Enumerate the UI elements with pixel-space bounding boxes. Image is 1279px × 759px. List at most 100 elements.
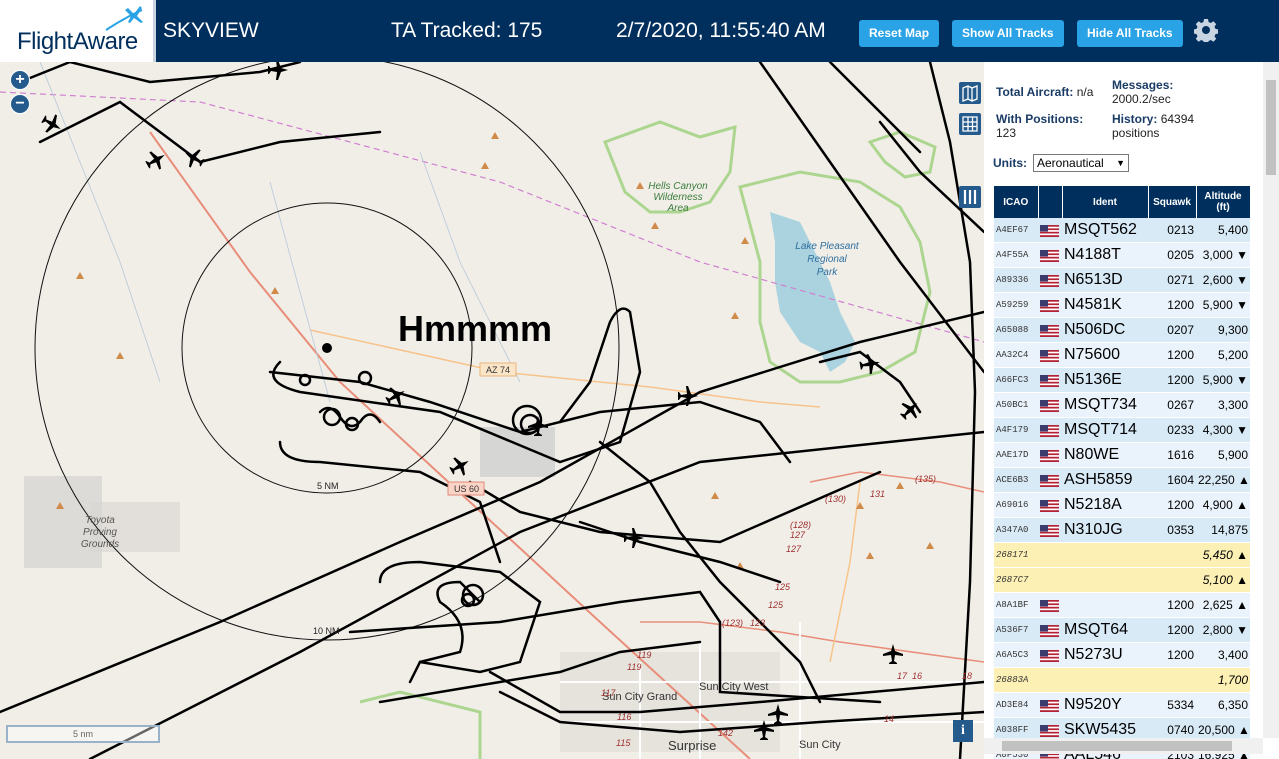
table-row[interactable]: AD3E84 N9520Y 5334 6,350 [994,692,1250,718]
us-flag-icon [1040,249,1059,262]
icao-cell: A347A0 [994,517,1038,543]
squawk-cell: 1200 [1148,367,1196,393]
ident-cell: N6513D [1062,267,1148,293]
altitude-value: 20,500 [1198,723,1235,737]
column-toggle-button[interactable] [959,186,981,208]
column-header-altitude[interactable]: Altitude (ft) [1196,186,1251,218]
sun-city-west-label: Sun City West [699,681,769,693]
aircraft-tracked-count: TA Tracked: 175 [391,19,543,42]
table-header-row: ICAO Ident Squawk Altitude (ft) [994,186,1251,218]
altitude-cell: 5,400 [1196,218,1250,243]
table-row[interactable]: A4EF67 MSQT562 0213 5,400 [994,218,1250,243]
show-all-tracks-button[interactable]: Show All Tracks [952,20,1064,47]
map-view[interactable]: 5 NM 10 NM Hells Canyon Wilderness Area … [0,62,984,759]
us-flag-icon [1040,424,1059,437]
squawk-cell: 1200 [1148,617,1196,643]
positions-stat: With Positions: 123 [996,112,1083,140]
altitude-trend-icon: ▼ [1236,248,1248,262]
ident-cell: ASH5859 [1062,467,1148,493]
vertical-scrollbar[interactable] [1263,62,1279,738]
icao-cell: AD3E84 [994,692,1038,718]
grid-overlay-button[interactable] [959,113,981,135]
units-label: Units: [993,156,1027,170]
ident-cell: MSQT562 [1062,218,1148,243]
table-row[interactable]: A4F179 MSQT714 0233 4,300 ▼ [994,417,1250,443]
scrollbar-thumb[interactable] [1266,80,1276,175]
scrollbar-thumb[interactable] [1002,741,1232,751]
altitude-value: 5,900 [1202,373,1233,387]
flag-cell [1038,442,1062,468]
us-flag-icon [1040,599,1059,612]
route-number: 125 [775,582,791,592]
gear-icon[interactable] [1194,18,1218,42]
horizontal-scrollbar[interactable] [984,738,1263,754]
table-row[interactable]: A89336 N6513D 0271 2,600 ▼ [994,267,1250,293]
altitude-cell: 2,625 ▲ [1196,592,1250,618]
table-row[interactable]: 268171 5,450 ▲ [994,542,1250,568]
table-row[interactable]: A347A0 N310JG 0353 14,875 [994,517,1250,543]
us-flag-icon [1040,699,1059,712]
column-header-squawk[interactable]: Squawk [1148,186,1197,218]
table-row[interactable]: A59259 N4581K 1200 5,900 ▼ [994,292,1250,318]
route-number: 142 [718,728,733,738]
squawk-cell: 0271 [1148,267,1196,293]
squawk-cell [1148,567,1196,593]
messages-stat: Messages: 2000.2/sec [1112,78,1173,106]
reset-map-button[interactable]: Reset Map [859,20,940,47]
aircraft-table: ICAO Ident Squawk Altitude (ft) A4EF67 MS… [994,186,1251,759]
lake-pleasant-label-1: Lake Pleasant [795,241,860,252]
hells-canyon-label-2: Wilderness [653,192,702,203]
flag-cell [1038,267,1062,293]
units-select[interactable]: Aeronautical ▼ [1033,154,1129,172]
hide-all-tracks-button[interactable]: Hide All Tracks [1077,20,1183,47]
zoom-in-button[interactable]: + [10,70,30,90]
route-number: 125 [768,600,784,610]
table-row[interactable]: A65088 N506DC 0207 9,300 [994,317,1250,343]
column-header-ident[interactable]: Ident [1062,186,1149,218]
flag-cell [1038,417,1062,443]
table-row[interactable]: 26883A 1,700 [994,667,1250,693]
history-unit: positions [1112,126,1160,140]
altitude-value: 2,625 [1202,598,1233,612]
icao-cell: A536F7 [994,617,1038,643]
table-row[interactable]: AAE17D N80WE 1616 5,900 [994,442,1250,468]
us60-road-label: US 60 [454,484,479,494]
route-number: 116 [617,712,631,722]
ident-cell: N75600 [1062,342,1148,368]
map-layers-button[interactable] [959,82,981,104]
table-row[interactable]: ACE6B3 ASH5859 1604 22,250 ▲ [994,467,1250,493]
history-stat: History: 64394 positions [1112,112,1194,140]
ident-cell: N5273U [1062,642,1148,668]
table-row[interactable]: 2687C7 5,100 ▲ [994,567,1250,593]
positions-value: 123 [996,126,1017,140]
scale-bar: 5 nm [6,725,160,743]
squawk-cell: 1200 [1148,642,1196,668]
info-icon[interactable]: i [953,720,973,742]
messages-value: 2000.2/sec [1112,92,1171,106]
table-row[interactable]: AA32C4 N75600 1200 5,200 [994,342,1250,368]
altitude-cell: 6,350 [1196,692,1250,718]
squawk-cell: 0213 [1148,218,1196,243]
squawk-cell: 1200 [1148,292,1196,318]
altitude-value: 2,600 [1202,273,1233,287]
table-row[interactable]: A69016 N5218A 1200 4,900 ▲ [994,492,1250,518]
table-row[interactable]: A8A1BF 1200 2,625 ▲ [994,592,1250,618]
column-header-flag[interactable] [1038,186,1063,218]
squawk-cell: 5334 [1148,692,1196,718]
zoom-out-button[interactable]: − [10,94,30,114]
table-row[interactable]: A4F55A N4188T 0205 3,000 ▼ [994,242,1250,268]
altitude-cell: 1,700 [1196,667,1250,693]
table-row[interactable]: A6A5C3 N5273U 1200 3,400 [994,642,1250,668]
squawk-cell [1148,667,1196,693]
table-row[interactable]: A50BC1 MSQT734 0267 3,300 [994,392,1250,418]
squawk-cell: 1200 [1148,592,1196,618]
us-flag-icon [1040,724,1059,737]
table-row[interactable]: A536F7 MSQT64 1200 2,800 ▼ [994,617,1250,643]
route-number: 119 [627,662,641,672]
icao-cell: 268171 [994,542,1038,568]
column-header-icao[interactable]: ICAO [994,186,1039,218]
flightaware-logo[interactable]: FlightAware [0,0,156,62]
altitude-trend-icon: ▼ [1236,273,1248,287]
table-row[interactable]: A66FC3 N5136E 1200 5,900 ▼ [994,367,1250,393]
ident-cell [1062,592,1148,618]
